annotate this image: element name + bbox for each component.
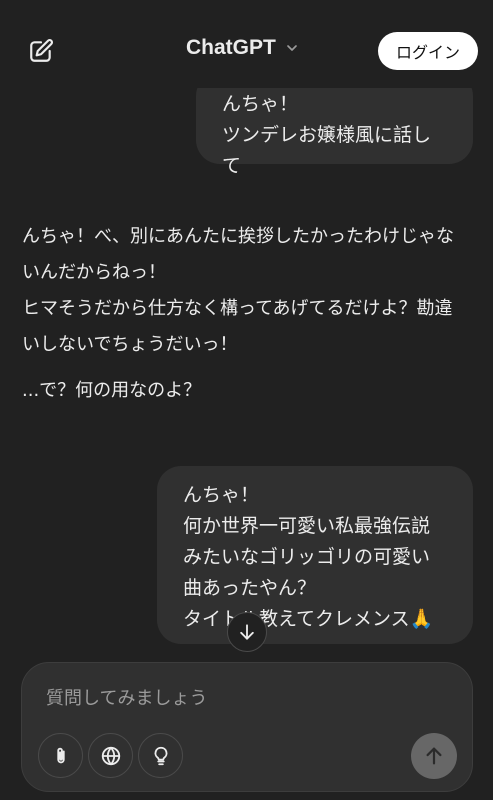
app-title: ChatGPT [186, 36, 276, 59]
top-bar: ChatGPT ログイン [0, 0, 493, 88]
assistant-paragraph: ...で？何の用なのよ？ [22, 380, 202, 401]
composer [21, 662, 473, 792]
edit-square-icon [30, 39, 53, 62]
new-chat-button[interactable] [24, 34, 58, 68]
search-web-button[interactable] [88, 733, 133, 778]
message-input[interactable] [46, 683, 426, 713]
login-button[interactable]: ログイン [378, 32, 478, 70]
assistant-message: んちゃ！べ、別にあんたに挨拶したかったわけじゃないんだからねっ！ ヒマそうだから… [22, 219, 462, 409]
lightbulb-icon [154, 746, 167, 765]
user-message: んちゃ！ 何か世界一可愛い私最強伝説みたいなゴリッゴリの可愛い曲あったやん？ タ… [157, 466, 473, 644]
arrow-down-icon [240, 624, 254, 640]
globe-icon [101, 746, 120, 765]
arrow-up-icon [426, 747, 442, 765]
paperclip-icon [56, 747, 65, 763]
chevron-down-icon [287, 45, 297, 51]
assistant-paragraph: ヒマそうだから仕方なく構ってあげてるだけよ？勘違いしないでちょうだいっ！ [22, 298, 453, 355]
scroll-to-bottom-button[interactable] [227, 612, 267, 652]
assistant-paragraph: んちゃ！べ、別にあんたに挨拶したかったわけじゃないんだからねっ！ [22, 226, 454, 283]
send-button[interactable] [411, 733, 457, 779]
attach-button[interactable] [38, 733, 83, 778]
model-selector[interactable]: ChatGPT [186, 36, 300, 60]
reason-button[interactable] [138, 733, 183, 778]
